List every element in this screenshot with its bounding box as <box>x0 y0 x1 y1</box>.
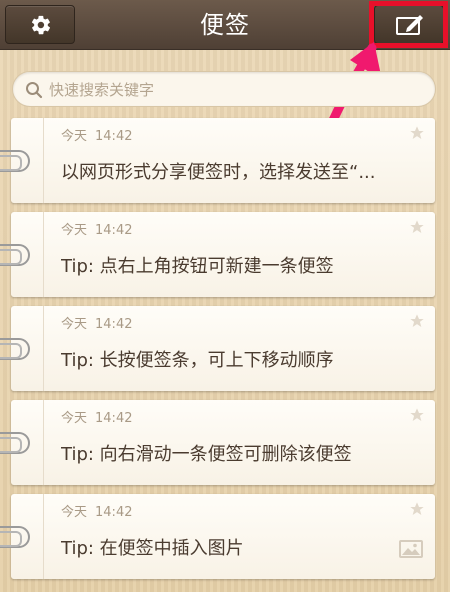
note-card[interactable]: 今天 14:42 Tip: 在便签中插入图片 <box>11 494 435 579</box>
note-text: Tip: 点右上角按钮可新建一条便签 <box>61 256 334 277</box>
note-card[interactable]: 今天 14:42 Tip: 向右滑动一条便签可删除该便签 <box>11 400 435 485</box>
search-bar[interactable] <box>12 71 436 107</box>
star-icon[interactable] <box>409 219 425 235</box>
note-margin-line <box>43 400 44 485</box>
note-text: Tip: 向右滑动一条便签可删除该便签 <box>61 444 352 465</box>
note-timestamp: 今天 14:42 <box>61 129 133 144</box>
paper-clip-icon <box>0 432 30 454</box>
image-icon <box>399 540 423 558</box>
note-timestamp: 今天 14:42 <box>61 411 133 426</box>
paper-clip-icon <box>0 150 30 172</box>
star-icon[interactable] <box>409 313 425 329</box>
new-note-button[interactable] <box>374 5 444 44</box>
note-margin-line <box>43 212 44 297</box>
note-timestamp: 今天 14:42 <box>61 223 133 238</box>
paper-clip-icon <box>0 338 30 360</box>
settings-button[interactable] <box>5 5 75 44</box>
note-text: 以网页形式分享便签时，选择发送至“... <box>61 162 376 183</box>
gear-icon <box>31 15 50 35</box>
note-margin-line <box>43 118 44 203</box>
note-margin-line <box>43 494 44 579</box>
edit-icon <box>396 15 423 35</box>
paper-clip-icon <box>0 526 30 548</box>
paper-clip-icon <box>0 244 30 266</box>
search-input[interactable] <box>49 77 409 103</box>
star-icon[interactable] <box>409 407 425 423</box>
note-card[interactable]: 今天 14:42 Tip: 点右上角按钮可新建一条便签 <box>11 212 435 297</box>
star-icon[interactable] <box>409 501 425 517</box>
note-card[interactable]: 今天 14:42 以网页形式分享便签时，选择发送至“... <box>11 118 435 203</box>
note-margin-line <box>43 306 44 391</box>
note-card[interactable]: 今天 14:42 Tip: 长按便签条，可上下移动顺序 <box>11 306 435 391</box>
search-icon <box>26 82 43 99</box>
note-text: Tip: 长按便签条，可上下移动顺序 <box>61 350 334 371</box>
note-timestamp: 今天 14:42 <box>61 505 133 520</box>
note-text: Tip: 在便签中插入图片 <box>61 538 244 559</box>
star-icon[interactable] <box>409 125 425 141</box>
note-timestamp: 今天 14:42 <box>61 317 133 332</box>
